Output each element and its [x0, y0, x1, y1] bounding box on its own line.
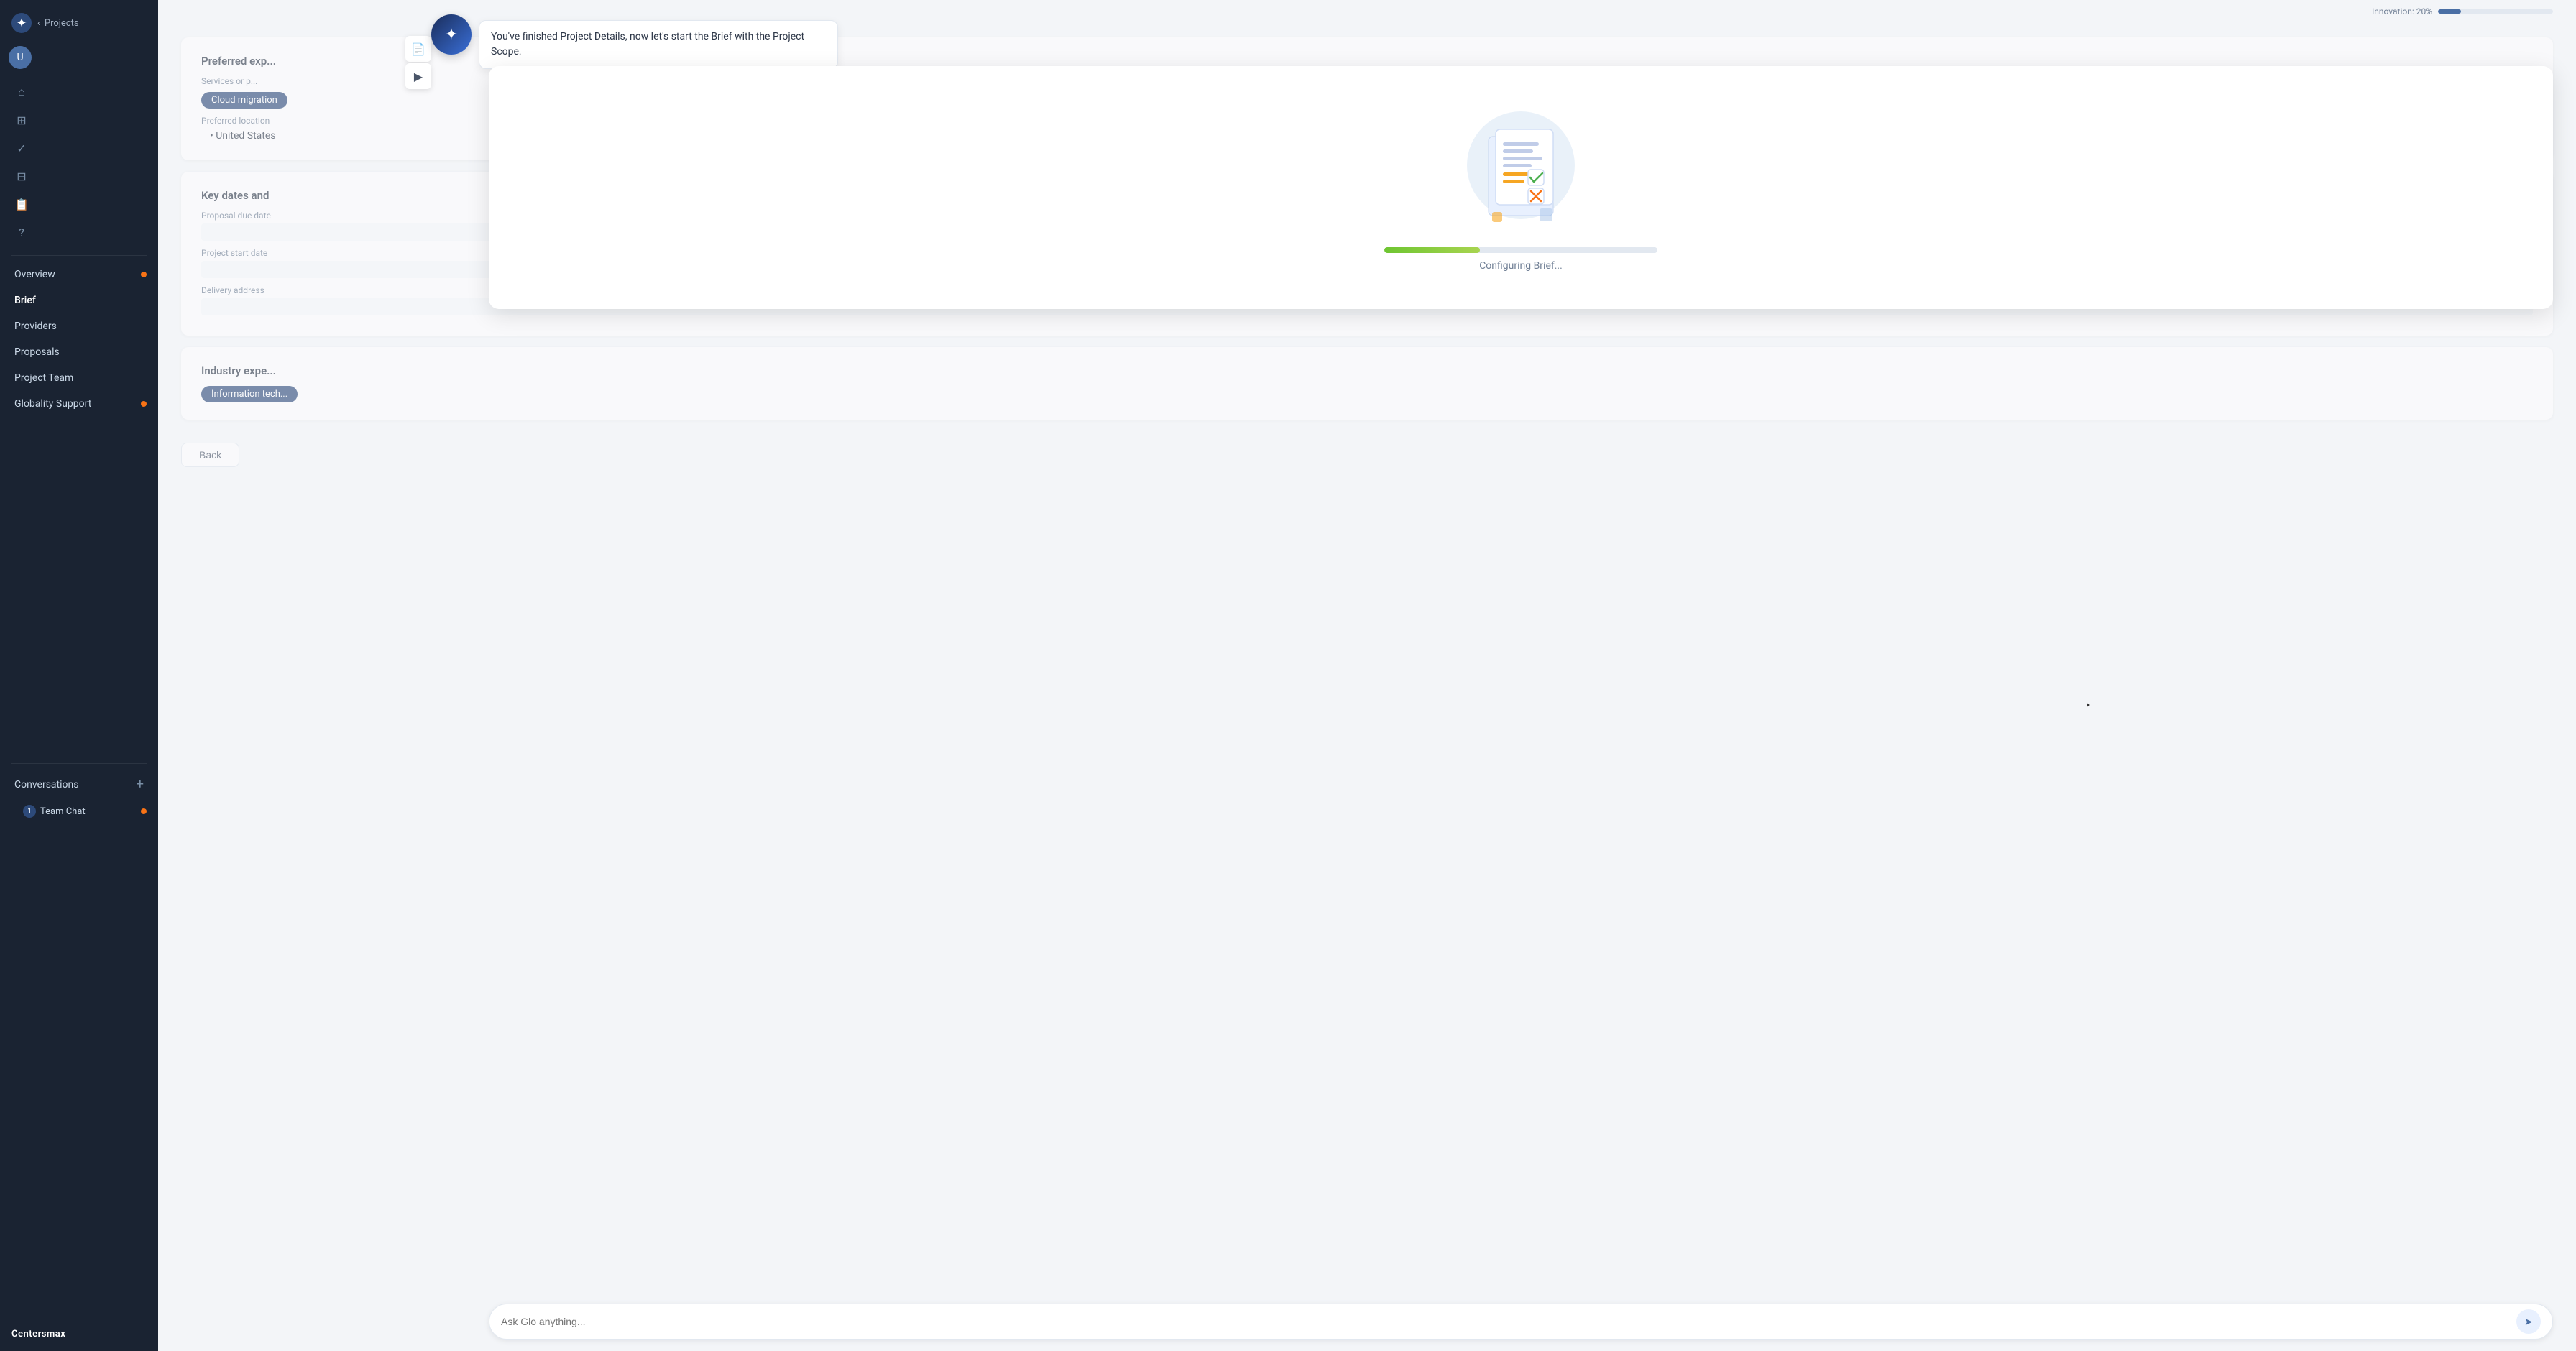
team-chat-notification-dot: [141, 808, 147, 814]
brief-label: Brief: [14, 295, 36, 306]
glo-tooltip: You've finished Project Details, now let…: [479, 20, 838, 69]
innovation-progress: Innovation: 20%: [2372, 6, 2553, 17]
sidebar-item-home[interactable]: ⌂: [0, 78, 158, 106]
new-project-button[interactable]: ✦: [12, 13, 32, 33]
overview-notification-dot: [141, 272, 147, 277]
sidebar-item-brief[interactable]: Brief: [0, 287, 158, 313]
user-initial: U: [17, 52, 23, 63]
divider-1: [12, 255, 147, 256]
ask-glo-input[interactable]: [501, 1316, 2516, 1327]
progress-section: Configuring Brief...: [1384, 247, 1657, 272]
doc-icon: 📄: [411, 42, 426, 56]
innovation-label: Innovation: 20%: [2372, 6, 2432, 17]
industry-exp-title: Industry expe...: [201, 364, 2533, 377]
document-button[interactable]: 📄: [405, 36, 431, 62]
team-chat-badge: 1: [23, 805, 36, 818]
sidebar-footer: Centersmax: [0, 1314, 158, 1351]
documents-icon: 📋: [14, 198, 29, 211]
ask-glo-bar: ➤: [489, 1304, 2553, 1340]
overview-label: Overview: [14, 269, 55, 280]
centersmax-logo: Centersmax: [12, 1329, 65, 1340]
illustration: [1449, 101, 1593, 230]
cloud-migration-tag: Cloud migration: [201, 92, 288, 109]
globality-support-dot: [141, 401, 147, 407]
sidebar-item-tasks[interactable]: ✓: [0, 134, 158, 162]
conversations-label: Conversations: [14, 779, 78, 790]
info-tech-tag: Information tech...: [201, 386, 298, 402]
glo-tooltip-text: You've finished Project Details, now let…: [491, 31, 804, 57]
project-team-label: Project Team: [14, 372, 73, 384]
project-nav: Overview Brief Providers Proposals Proje…: [0, 262, 158, 757]
tasks-icon: ✓: [14, 142, 29, 155]
conversations-section[interactable]: Conversations +: [0, 770, 158, 799]
sidebar-item-proposals[interactable]: Proposals: [0, 339, 158, 365]
sidebar: ✦ ‹ Projects U ⌂ ⊞ ✓ ⊟ 📋 ?: [0, 0, 158, 1351]
team-chat-label: Team Chat: [40, 806, 86, 817]
plus-icon: ✦: [16, 16, 27, 31]
progress-track: [1384, 247, 1657, 253]
configuring-label: Configuring Brief...: [1384, 260, 1657, 272]
glo-assistant: ✦ You've finished Project Details, now l…: [431, 14, 838, 69]
divider-2: [12, 763, 147, 764]
industry-exp-card: Industry expe... Information tech...: [181, 347, 2553, 420]
sidebar-item-providers[interactable]: Providers: [0, 313, 158, 339]
providers-label: Providers: [14, 321, 57, 332]
add-conversation-button[interactable]: +: [137, 777, 144, 792]
sidebar-item-globality-support[interactable]: Globality Support: [0, 391, 158, 417]
proposals-label: Proposals: [14, 346, 60, 358]
dashboard-icon: ⊞: [14, 114, 29, 127]
back-button[interactable]: Back: [181, 443, 239, 467]
sidebar-item-project-team[interactable]: Project Team: [0, 365, 158, 391]
glo-icon: ✦: [445, 26, 458, 44]
globality-support-label: Globality Support: [14, 398, 91, 410]
progress-fill: [1384, 247, 1480, 253]
ask-glo-send-button[interactable]: ➤: [2516, 1309, 2541, 1334]
icon-nav: ⌂ ⊞ ✓ ⊟ 📋 ?: [0, 75, 158, 249]
conversations-left: Conversations: [14, 779, 78, 790]
sidebar-item-apps[interactable]: ⊟: [0, 162, 158, 190]
chevron-icon: ‹: [37, 18, 40, 29]
glo-avatar[interactable]: ✦: [431, 14, 472, 55]
sidebar-header: ✦ ‹ Projects: [0, 0, 158, 43]
innovation-progress-fill: [2438, 9, 2461, 14]
brief-config-card: Configuring Brief...: [489, 66, 2553, 309]
main-content: Innovation: 20% Preferred exp... Service…: [158, 0, 2576, 1351]
apps-icon: ⊟: [14, 170, 29, 183]
help-icon: ?: [14, 226, 29, 239]
collapse-button[interactable]: ▶: [405, 63, 431, 89]
sidebar-item-overview[interactable]: Overview: [0, 262, 158, 287]
home-icon: ⌂: [14, 85, 29, 99]
send-icon: ➤: [2524, 1316, 2533, 1328]
collapse-icon: ▶: [414, 70, 423, 83]
sidebar-item-documents[interactable]: 📋: [0, 190, 158, 218]
document-icon-float: 📄 ▶: [405, 36, 431, 89]
sidebar-item-dashboard[interactable]: ⊞: [0, 106, 158, 134]
projects-label: Projects: [45, 18, 79, 29]
avatar[interactable]: U: [9, 46, 32, 69]
brief-illustration-svg: [1449, 101, 1593, 230]
sidebar-item-help[interactable]: ?: [0, 218, 158, 246]
projects-nav[interactable]: ‹ Projects: [37, 18, 79, 29]
team-chat-item[interactable]: 1 Team Chat: [0, 799, 158, 824]
innovation-progress-track: [2438, 9, 2553, 14]
